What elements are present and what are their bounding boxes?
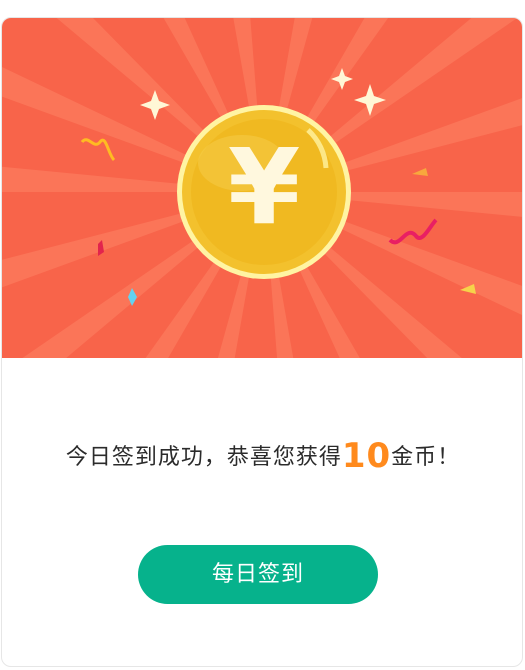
message-suffix: 金币！ <box>391 445 461 470</box>
banner-illustration: ¥ <box>2 18 522 358</box>
reward-banner: ¥ <box>2 18 522 358</box>
confetti-icon <box>412 168 428 176</box>
success-message: 今日签到成功，恭喜您获得10金币！ <box>2 436 522 478</box>
confetti-icon <box>388 218 438 245</box>
daily-checkin-button[interactable]: 每日签到 <box>138 545 378 604</box>
message-prefix: 今日签到成功，恭喜您获得 <box>65 445 342 470</box>
reward-amount: 10 <box>341 436 392 476</box>
confetti-icon <box>80 138 116 162</box>
coin-symbol: ¥ <box>228 126 300 248</box>
checkin-success-dialog: ¥ 今日签到成功，恭喜您获得10金币！ 每日签到 <box>1 17 523 667</box>
